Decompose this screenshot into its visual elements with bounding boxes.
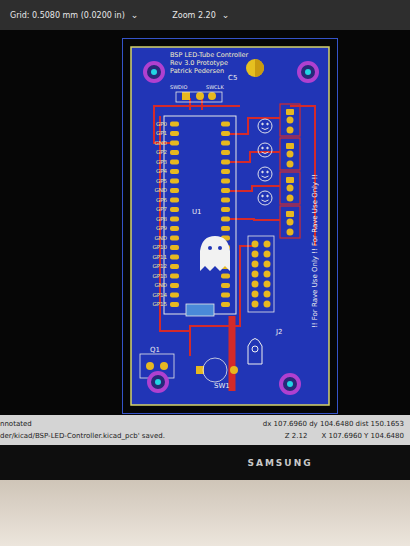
desk — [0, 480, 410, 546]
monitor-brand: SAMSUNG — [247, 458, 312, 468]
photo: Grid: 0.5080 mm (0.0200 in) ⌄ Zoom 2.20 ⌄ BS… — [0, 0, 410, 546]
zoom-selector[interactable]: Zoom 2.20 ⌄ — [172, 10, 229, 20]
swd-label: SWCLK — [206, 84, 224, 90]
smiley-icon — [258, 119, 272, 133]
grid-label: Grid: 0.5080 mm (0.0200 in) — [10, 11, 125, 20]
mounting-hole-icon — [145, 63, 163, 81]
zoom-label: Zoom 2.20 — [172, 11, 215, 20]
pin-label: GP9 — [133, 225, 167, 232]
capacitor-icon — [246, 59, 264, 77]
pin-label: GND — [133, 282, 167, 289]
grid-arrow: ⌄ — [131, 10, 139, 20]
warning-text: !! For Rave Use Only !! For Rave Use Onl… — [310, 133, 320, 369]
pin-label: GP15 — [133, 301, 167, 308]
component-reference[interactable]: Q1 — [150, 346, 160, 354]
pin-label: GND — [133, 140, 167, 147]
pin-label: GP6 — [133, 197, 167, 204]
title-line: Patrick Pedersen — [170, 67, 248, 75]
smiley-icon — [258, 167, 272, 181]
pin-label: GP2 — [133, 149, 167, 156]
pin-label: GP4 — [133, 168, 167, 175]
component-reference[interactable]: J2 — [276, 328, 283, 336]
status-delta: dx 107.6960 dy 104.6480 dist 150.1653 — [263, 418, 404, 430]
pin-label: GP7 — [133, 206, 167, 213]
rocket-logo-icon — [248, 339, 262, 365]
mounting-hole-icon — [299, 63, 317, 81]
component-reference[interactable]: SW1 — [214, 382, 230, 390]
pin-label: GP3 — [133, 159, 167, 166]
title-line: BSP LED-Tube Controller — [170, 51, 248, 59]
pin-label: GND — [133, 235, 167, 242]
pcb-board[interactable]: BSP LED-Tube ControllerRev 3.0 Prototype… — [130, 46, 330, 406]
pin-label: GP8 — [133, 216, 167, 223]
status-bar: nnotated dx 107.6960 dy 104.6480 dist 150… — [0, 415, 410, 445]
pcb-canvas[interactable]: BSP LED-Tube ControllerRev 3.0 Prototype… — [0, 30, 410, 415]
status-message: nnotated — [0, 418, 32, 430]
mascot-logo-icon — [200, 236, 230, 271]
mounting-hole-icon — [281, 375, 299, 393]
status-message: der/kicad/BSP-LED-Controller.kicad_pcb' … — [0, 430, 165, 442]
swd-label: SWDIO — [170, 84, 187, 90]
title-line: Rev 3.0 Prototype — [170, 59, 248, 67]
pin-label: GP10 — [133, 244, 167, 251]
smiley-icon — [258, 143, 272, 157]
pin-label: GND — [133, 187, 167, 194]
pin-label: GP5 — [133, 178, 167, 185]
toolbar: Grid: 0.5080 mm (0.0200 in) ⌄ Zoom 2.20 ⌄ — [0, 0, 410, 30]
grid-selector[interactable]: Grid: 0.5080 mm (0.0200 in) ⌄ — [10, 10, 138, 20]
pin-label: GP14 — [133, 292, 167, 299]
smiley-icon — [258, 191, 272, 205]
monitor-bezel: SAMSUNG — [0, 445, 410, 480]
component-reference[interactable]: C5 — [228, 74, 237, 82]
status-zoom: Z 2.12 — [285, 430, 308, 442]
pin-label: GP11 — [133, 254, 167, 261]
pin-label: GP0 — [133, 121, 167, 128]
mounting-hole-icon — [149, 373, 167, 391]
pin-label: GP1 — [133, 130, 167, 137]
component-reference[interactable]: U1 — [192, 208, 202, 216]
status-cursor: X 107.6960 Y 104.6480 — [321, 430, 404, 442]
pin-label: GP13 — [133, 273, 167, 280]
board-title: BSP LED-Tube ControllerRev 3.0 Prototype… — [170, 51, 248, 75]
pin-label: GP12 — [133, 263, 167, 270]
zoom-arrow: ⌄ — [222, 10, 230, 20]
